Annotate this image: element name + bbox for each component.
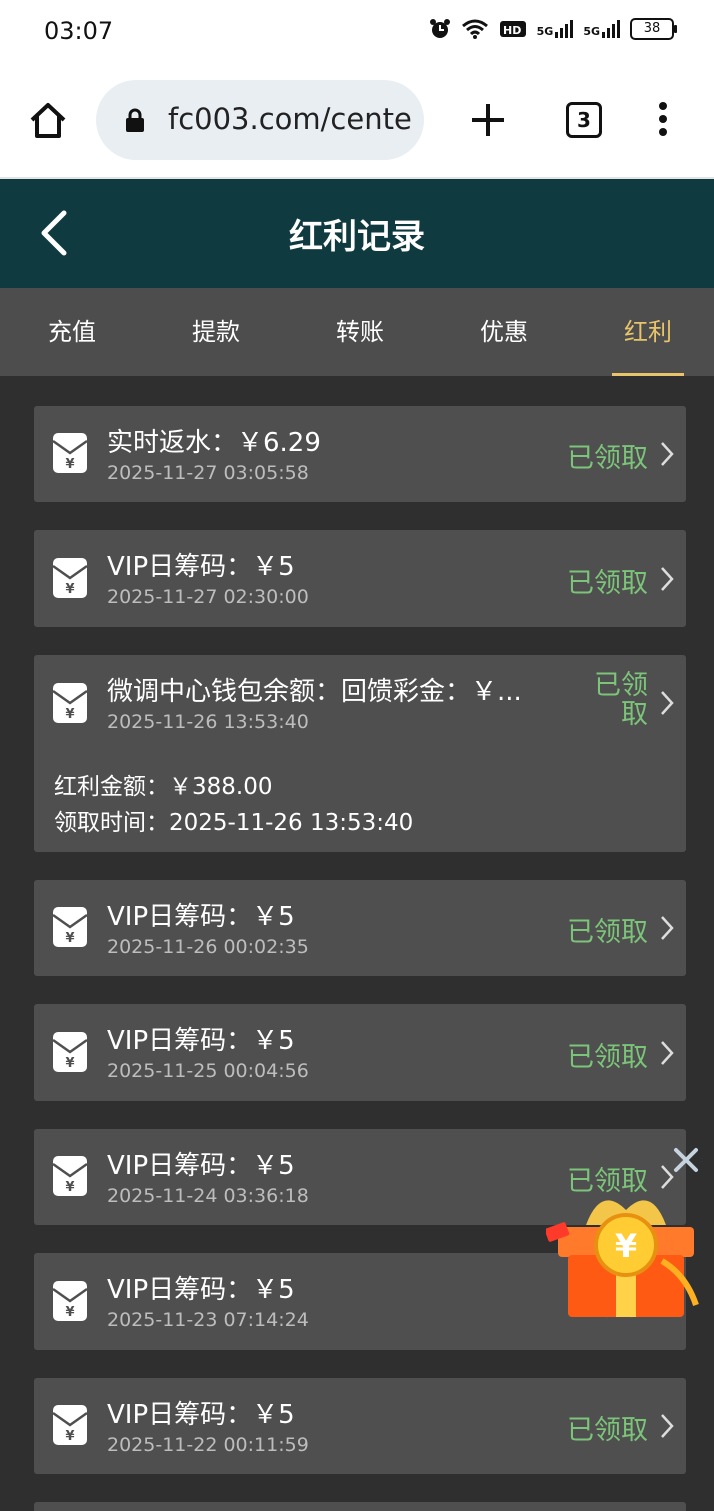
record-title: VIP日筹码：￥5 [107,552,295,582]
record-date: 2025-11-26 13:53:40 [107,711,309,733]
record-status: 已领取 [567,1042,648,1073]
record-status: 已领取 [567,443,648,474]
svg-text:¥: ¥ [65,1429,74,1444]
tab-deposit[interactable]: 充值 [0,288,144,376]
bonus-record-card[interactable]: ¥ VIP日筹码：￥5 2025-11-26 00:02:35 已领取 [34,880,686,976]
record-title: VIP日筹码：￥5 [107,1275,295,1305]
bonus-record-card[interactable]: ¥ VIP日筹码：￥5 2025-11-25 00:04:56 已领取 [34,1004,686,1101]
chevron-right-icon [661,1414,674,1438]
tab-bonus[interactable]: 红利 [576,288,714,376]
record-date: 2025-11-22 00:11:59 [107,1434,309,1456]
browser-toolbar: fc003.com/cente 3 [0,64,714,179]
signal-icon: 5G [583,20,620,38]
chevron-right-icon [661,442,674,466]
signal-icon: 5G [537,20,574,38]
red-envelope-icon: ¥ [52,1405,88,1445]
new-tab-icon[interactable] [468,100,508,140]
svg-text:¥: ¥ [65,1305,74,1320]
status-bar: 03:07 HD 5G 5G 38 [0,0,714,64]
chevron-right-icon [661,691,674,715]
status-icons: HD 5G 5G 38 [429,18,677,40]
record-status: 已领取 [567,1415,648,1446]
svg-text:¥: ¥ [65,1056,74,1071]
tab-withdraw[interactable]: 提款 [144,288,288,376]
red-envelope-icon: ¥ [52,907,88,947]
bonus-record-card[interactable]: ¥ 实时返水：￥6.29 2025-11-27 03:05:58 已领取 [34,406,686,502]
tab-transfer[interactable]: 转账 [288,288,432,376]
record-title: VIP日筹码：￥5 [107,1151,295,1181]
record-title: 实时返水：￥6.29 [107,428,321,458]
hd-icon: HD [499,21,526,37]
record-date: 2025-11-24 03:36:18 [107,1185,309,1207]
bonus-amount-detail: 红利金额：￥388.00 [54,774,273,800]
home-icon[interactable] [28,100,68,140]
page-title: 红利记录 [289,217,425,257]
red-envelope-icon: ¥ [52,558,88,598]
bonus-record-card[interactable]: ¥ VIP日筹码：￥5 2025-11-22 00:11:59 已领取 [34,1378,686,1474]
bonus-record-card-expanded[interactable]: ¥ 微调中心钱包余额：回馈彩金：￥... 2025-11-26 13:53:40… [34,655,686,852]
bonus-record-card[interactable]: ¥ VIP日筹码：￥5 2025-11-27 02:30:00 已领取 [34,530,686,627]
chevron-right-icon [661,1041,674,1065]
svg-text:¥: ¥ [65,1180,74,1195]
battery-icon: 38 [630,18,677,40]
record-title: VIP日筹码：￥5 [107,902,295,932]
svg-text:¥: ¥ [65,931,74,946]
svg-text:¥: ¥ [65,707,74,722]
status-time: 03:07 [44,17,114,45]
record-title: VIP日筹码：￥5 [107,1026,295,1056]
red-envelope-icon: ¥ [52,1281,88,1321]
record-date: 2025-11-25 00:04:56 [107,1060,309,1082]
record-status: 已领取 [567,568,648,599]
red-envelope-icon: ¥ [52,1156,88,1196]
record-date: 2025-11-27 03:05:58 [107,462,309,484]
red-envelope-icon: ¥ [52,1032,88,1072]
claim-time-detail: 领取时间：2025-11-26 13:53:40 [54,810,414,836]
alarm-icon [429,19,450,38]
record-status: 已领取 [567,917,648,948]
record-title: 微调中心钱包余额：回馈彩金：￥... [107,677,522,707]
gift-box-promo-icon[interactable]: ¥ [546,1165,706,1325]
red-envelope-icon: ¥ [52,433,88,473]
wifi-icon [461,19,488,39]
tab-count-button[interactable]: 3 [566,102,602,138]
record-title: VIP日筹码：￥5 [107,1400,295,1430]
url-text: fc003.com/cente [168,102,412,136]
record-date: 2025-11-26 00:02:35 [107,936,309,958]
page-header: 红利记录 [0,179,714,288]
record-date: 2025-11-23 07:14:24 [107,1309,309,1331]
more-menu-icon[interactable] [656,102,670,138]
chevron-right-icon [661,567,674,591]
svg-text:¥: ¥ [615,1227,637,1265]
red-envelope-icon: ¥ [52,683,88,723]
lock-icon [126,108,144,132]
close-icon[interactable] [672,1146,700,1174]
url-bar[interactable]: fc003.com/cente [96,80,424,160]
chevron-right-icon [661,916,674,940]
record-tabs: 充值 提款 转账 优惠 红利 [0,288,714,376]
bonus-record-card[interactable] [34,1502,686,1511]
record-status: 已领 取 [594,670,648,730]
svg-text:¥: ¥ [65,582,74,597]
svg-text:HD: HD [503,24,521,37]
tab-promotion[interactable]: 优惠 [432,288,576,376]
record-date: 2025-11-27 02:30:00 [107,586,309,608]
svg-text:¥: ¥ [65,457,74,472]
